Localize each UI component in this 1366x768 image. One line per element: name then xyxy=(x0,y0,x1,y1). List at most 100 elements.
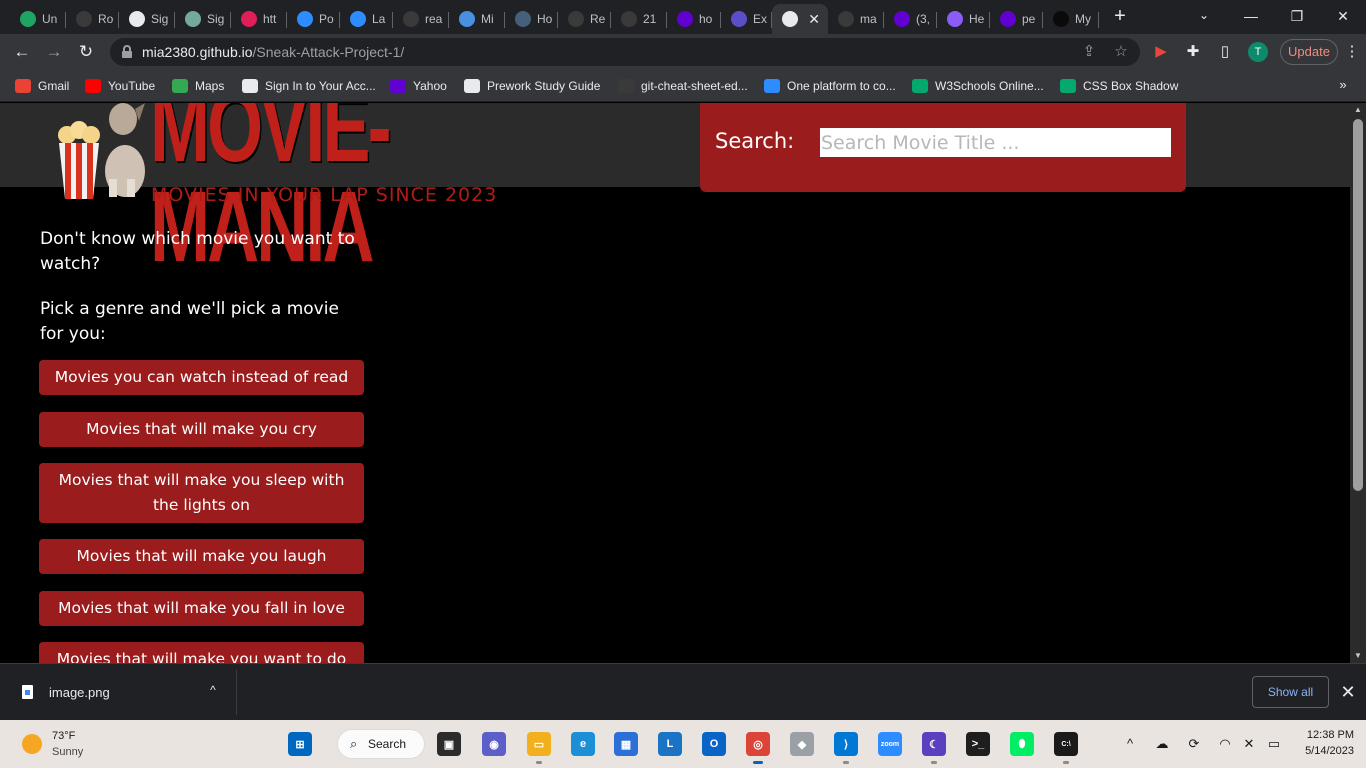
browser-tab[interactable]: pe xyxy=(990,4,1043,34)
genre-button-read[interactable]: Movies you can watch instead of read xyxy=(39,360,364,395)
genre-button-action[interactable]: Movies that will make you want to do xyxy=(39,642,364,663)
bookmark-item[interactable]: Gmail xyxy=(15,77,69,95)
file-explorer-icon[interactable]: ▭ xyxy=(527,732,551,764)
bookmark-item[interactable]: git-cheat-sheet-ed... xyxy=(618,77,748,95)
tab-title: Sig xyxy=(151,12,169,26)
extensions-puzzle-icon[interactable]: ✚ xyxy=(1183,42,1203,62)
taskbar-search[interactable]: ⌕ Search xyxy=(337,729,425,759)
chrome-icon[interactable]: ◎ xyxy=(746,732,770,764)
bookmark-item[interactable]: CSS Box Shadow xyxy=(1060,77,1178,95)
terminal-icon[interactable]: >_ xyxy=(966,732,990,756)
download-file-name[interactable]: image.png xyxy=(49,685,110,700)
browser-tab[interactable]: Un xyxy=(10,4,66,34)
browser-tab[interactable]: Ho xyxy=(505,4,558,34)
browser-tab[interactable]: Ex xyxy=(721,4,772,34)
genre-button-laugh[interactable]: Movies that will make you laugh xyxy=(39,539,364,574)
show-all-button[interactable]: Show all xyxy=(1252,676,1329,708)
browser-tab[interactable]: ho xyxy=(667,4,721,34)
browser-tab[interactable]: htt xyxy=(231,4,287,34)
battery-icon[interactable]: ▭ xyxy=(1265,734,1283,754)
browser-tab[interactable]: Re xyxy=(558,4,611,34)
genre-button-cry[interactable]: Movies that will make you cry xyxy=(39,412,364,447)
update-button[interactable]: Update xyxy=(1280,39,1338,65)
browser-tab[interactable]: Ro xyxy=(66,4,119,34)
browser-tab[interactable]: He xyxy=(937,4,990,34)
browser-tab[interactable]: ma xyxy=(828,4,884,34)
tab-active[interactable]: ✕ xyxy=(772,4,828,34)
clock-date[interactable]: 5/14/2023 xyxy=(1290,745,1354,757)
mongodb-icon[interactable]: ⬮ xyxy=(1010,732,1034,756)
browser-tab[interactable]: My xyxy=(1043,4,1099,34)
side-panel-icon[interactable]: ▯ xyxy=(1215,42,1235,62)
back-icon[interactable]: ← xyxy=(10,40,34,64)
ms-store-icon[interactable]: ▦ xyxy=(614,732,638,756)
browser-tab[interactable]: rea xyxy=(393,4,449,34)
new-tab-button[interactable]: + xyxy=(1110,6,1130,26)
tab-close-icon[interactable]: ✕ xyxy=(808,11,820,28)
chrome-menu-icon[interactable]: ⋮ xyxy=(1344,42,1360,62)
window-close-icon[interactable]: ✕ xyxy=(1320,4,1366,28)
vscode-icon[interactable]: ⟩ xyxy=(834,732,858,764)
bookmark-item[interactable]: W3Schools Online... xyxy=(912,77,1044,95)
volume-muted-icon[interactable]: ✕ xyxy=(1240,734,1258,754)
bookmark-item[interactable]: Prework Study Guide xyxy=(464,77,600,95)
browser-tab[interactable]: Sig xyxy=(175,4,231,34)
teams-chat-icon[interactable]: ◉ xyxy=(482,732,506,756)
zoom-app-icon[interactable]: zoom xyxy=(878,732,902,756)
genre-button-scary[interactable]: Movies that will make you sleep with the… xyxy=(39,463,364,523)
downloads-close-icon[interactable]: ✕ xyxy=(1338,682,1358,702)
weather-condition[interactable]: Sunny xyxy=(52,746,83,758)
reload-icon[interactable]: ↻ xyxy=(74,40,98,64)
onedrive-icon[interactable]: ☁ xyxy=(1153,734,1171,754)
start-icon[interactable]: ⊞ xyxy=(288,732,312,756)
download-options-icon[interactable]: ^ xyxy=(205,683,221,701)
bookmark-item[interactable]: Sign In to Your Acc... xyxy=(242,77,376,95)
bookmark-label: Prework Study Guide xyxy=(487,79,601,93)
share-icon[interactable]: ⇪ xyxy=(1080,43,1098,61)
scroll-down-icon[interactable]: ▼ xyxy=(1350,649,1366,663)
restore-icon[interactable]: ❐ xyxy=(1274,4,1320,28)
lock-icon[interactable] xyxy=(122,45,132,58)
clock-time[interactable]: 12:38 PM xyxy=(1296,729,1354,741)
bookmark-item[interactable]: Yahoo xyxy=(390,77,447,95)
bookmark-item[interactable]: YouTube xyxy=(85,77,155,95)
sync-icon[interactable]: ⟳ xyxy=(1185,734,1203,754)
yahoo-mail-icon xyxy=(894,11,910,27)
scroll-thumb[interactable] xyxy=(1353,119,1363,491)
extension-recorder-icon[interactable]: ▶ xyxy=(1151,42,1171,62)
sun-icon[interactable] xyxy=(22,734,42,754)
profile-avatar[interactable]: T xyxy=(1248,42,1268,62)
bookmark-item[interactable]: Maps xyxy=(172,77,224,95)
weather-temperature[interactable]: 73°F xyxy=(52,730,75,742)
browser-tab[interactable]: Po xyxy=(287,4,340,34)
browser-tab[interactable]: La xyxy=(340,4,393,34)
task-view-icon[interactable]: ▣ xyxy=(437,732,461,756)
page-scrollbar[interactable]: ▲ ▼ xyxy=(1350,103,1366,663)
outlook-icon[interactable]: O xyxy=(702,732,726,756)
forward-icon[interactable]: → xyxy=(42,40,66,64)
edge-icon[interactable]: e xyxy=(571,732,595,756)
l-app-icon[interactable]: L xyxy=(658,732,682,756)
site-logo[interactable]: MOVIE-MANIA MOVIES IN YOUR LAP SINCE 202… xyxy=(55,103,505,277)
tab-search-icon[interactable]: ⌄ xyxy=(1196,8,1212,24)
genre-button-love[interactable]: Movies that will make you fall in love xyxy=(39,591,364,626)
browser-tab[interactable]: Sig xyxy=(119,4,175,34)
browser-tab[interactable]: 21 xyxy=(611,4,667,34)
scroll-up-icon[interactable]: ▲ xyxy=(1350,103,1366,117)
search-input[interactable] xyxy=(820,128,1171,157)
globe-icon xyxy=(782,11,798,27)
moon-app-icon[interactable]: ☾ xyxy=(922,732,946,764)
browser-tab[interactable]: Mi xyxy=(449,4,505,34)
github-icon xyxy=(618,79,634,93)
bookmarks-overflow-icon[interactable]: » xyxy=(1336,77,1350,95)
gitkraken-icon[interactable]: ◆ xyxy=(790,732,814,756)
wifi-icon[interactable]: ◠ xyxy=(1216,734,1234,754)
tray-overflow-icon[interactable]: ^ xyxy=(1121,734,1139,754)
browser-tab[interactable]: (3, xyxy=(884,4,937,34)
address-bar[interactable]: mia2380.github.io/Sneak-Attack-Project-1… xyxy=(110,38,1140,66)
bookmark-star-icon[interactable]: ☆ xyxy=(1112,43,1130,61)
cmd-icon[interactable]: C:\ xyxy=(1054,732,1078,764)
bookmark-item[interactable]: One platform to co... xyxy=(764,77,896,95)
url-text[interactable]: mia2380.github.io/Sneak-Attack-Project-1… xyxy=(142,44,404,60)
minimize-icon[interactable]: — xyxy=(1228,4,1274,28)
